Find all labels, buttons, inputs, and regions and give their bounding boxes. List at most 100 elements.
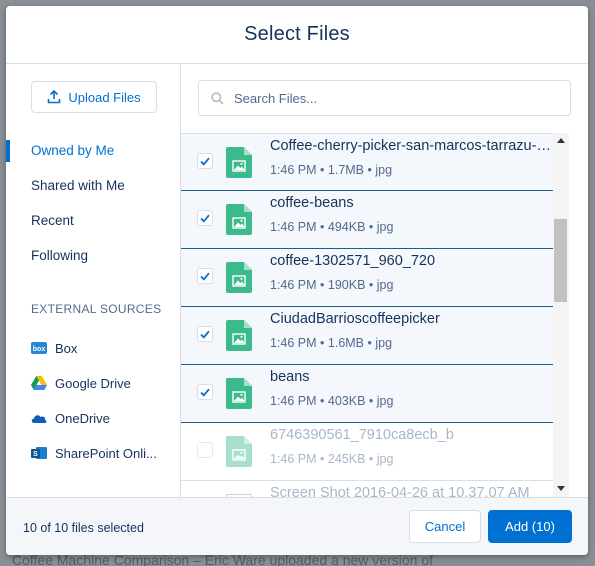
source-onedrive[interactable]: OneDrive	[31, 410, 110, 426]
box-icon: box	[31, 340, 47, 356]
file-list-scrollbar[interactable]	[553, 133, 569, 497]
file-time: 1:46 PM	[270, 220, 317, 234]
modal-header: Select Files	[6, 6, 588, 64]
file-name: coffee-beans	[270, 195, 354, 211]
file-name: Coffee-cherry-picker-san-marcos-tarrazu-…	[270, 138, 553, 154]
onedrive-icon	[31, 410, 47, 426]
nav-recent[interactable]: Recent	[31, 213, 74, 228]
meta-separator: •	[365, 452, 377, 466]
file-checkbox[interactable]	[197, 268, 213, 284]
file-row[interactable]: beans 1:46 PM • 403KB • jpg	[181, 365, 553, 423]
google-drive-icon	[31, 375, 47, 391]
meta-separator: •	[316, 394, 328, 408]
file-name: 6746390561_7910ca8ecb_b	[270, 427, 454, 443]
file-row[interactable]: Coffee-cherry-picker-san-marcos-tarrazu-…	[181, 133, 553, 191]
background-feed-text: Coffee Machine Comparison – Eric Ware up…	[12, 554, 433, 566]
image-file-icon	[226, 378, 252, 409]
file-type: jpg	[376, 278, 394, 292]
file-list: Coffee-cherry-picker-san-marcos-tarrazu-…	[181, 133, 553, 497]
checkmark-icon	[200, 272, 210, 281]
file-type: jpg	[375, 336, 393, 350]
file-time: 1:46 PM	[270, 394, 317, 408]
upload-icon	[48, 90, 61, 104]
image-file-icon	[226, 262, 252, 293]
checkmark-icon	[200, 330, 210, 339]
meta-separator: •	[316, 220, 328, 234]
source-google-drive-label: Google Drive	[55, 375, 131, 391]
scroll-down-arrow-icon[interactable]	[557, 486, 565, 491]
nav-shared-with-me[interactable]: Shared with Me	[31, 178, 125, 193]
cancel-button[interactable]: Cancel	[409, 510, 481, 543]
file-name: CiudadBarrioscoffeepicker	[270, 311, 440, 327]
meta-separator: •	[365, 220, 377, 234]
external-sources-heading: EXTERNAL SOURCES	[31, 302, 162, 316]
file-checkbox[interactable]	[197, 442, 213, 458]
file-time: 1:46 PM	[270, 163, 317, 177]
file-size: 403KB	[327, 394, 366, 408]
scroll-up-arrow-icon[interactable]	[557, 138, 565, 143]
nav-following[interactable]: Following	[31, 248, 88, 263]
source-google-drive[interactable]: Google Drive	[31, 375, 131, 391]
meta-separator: •	[316, 336, 328, 350]
file-row[interactable]: coffee-1302571_960_720 1:46 PM • 190KB • …	[181, 249, 553, 307]
file-name: Screen Shot 2016-04-26 at 10.37.07 AM	[270, 485, 530, 497]
image-file-icon	[226, 320, 252, 351]
meta-separator: •	[316, 278, 328, 292]
svg-text:box: box	[33, 346, 46, 353]
file-size: 245KB	[327, 452, 366, 466]
file-type: jpg	[376, 394, 394, 408]
image-file-icon	[226, 436, 252, 467]
upload-files-button[interactable]: Upload Files	[31, 81, 157, 113]
source-sharepoint[interactable]: S SharePoint Onli...	[31, 445, 157, 461]
file-time: 1:46 PM	[270, 278, 317, 292]
file-meta: 1:46 PM • 494KB • jpg	[270, 220, 393, 234]
source-box[interactable]: box Box	[31, 340, 77, 356]
upload-files-label: Upload Files	[68, 89, 141, 105]
file-time: 1:46 PM	[270, 336, 317, 350]
search-box[interactable]	[198, 80, 571, 116]
file-type: jpg	[376, 220, 394, 234]
source-sharepoint-label: SharePoint Onli...	[55, 445, 157, 461]
file-row[interactable]: CiudadBarrioscoffeepicker 1:46 PM • 1.6MB…	[181, 307, 553, 365]
scrollbar-thumb[interactable]	[554, 219, 567, 302]
search-files-input[interactable]	[234, 90, 554, 106]
file-name: coffee-1302571_960_720	[270, 253, 436, 269]
search-icon	[211, 91, 224, 105]
image-file-icon	[226, 147, 252, 178]
file-meta: 1:46 PM • 403KB • jpg	[270, 394, 393, 408]
file-meta: 1:46 PM • 1.7MB • jpg	[270, 163, 392, 177]
file-row[interactable]: coffee-beans 1:46 PM • 494KB • jpg	[181, 191, 553, 249]
meta-separator: •	[316, 163, 328, 177]
sharepoint-icon: S	[31, 445, 47, 461]
meta-separator: •	[364, 163, 376, 177]
file-checkbox[interactable]	[197, 326, 213, 342]
file-size: 190KB	[327, 278, 366, 292]
file-row[interactable]: Screen Shot 2016-04-26 at 10.37.07 AM	[181, 481, 553, 497]
file-checkbox[interactable]	[197, 210, 213, 226]
file-checkbox[interactable]	[197, 153, 213, 169]
meta-separator: •	[365, 278, 377, 292]
file-size: 1.7MB	[327, 163, 365, 177]
nav-owned-by-me[interactable]: Owned by Me	[31, 143, 114, 158]
file-meta: 1:46 PM • 245KB • jpg	[270, 452, 393, 466]
file-checkbox[interactable]	[197, 384, 213, 400]
file-time: 1:46 PM	[270, 452, 317, 466]
file-name: beans	[270, 369, 310, 385]
svg-text:S: S	[33, 451, 38, 458]
modal-footer: 10 of 10 files selected Cancel Add (10)	[6, 497, 588, 555]
checkmark-icon	[200, 157, 210, 166]
file-size: 1.6MB	[327, 336, 365, 350]
add-button[interactable]: Add (10)	[488, 510, 572, 543]
modal-title: Select Files	[244, 23, 350, 45]
image-file-icon	[226, 204, 252, 235]
source-onedrive-label: OneDrive	[55, 410, 110, 426]
file-row[interactable]: 6746390561_7910ca8ecb_b 1:46 PM • 245KB •…	[181, 423, 553, 481]
file-size: 494KB	[327, 220, 366, 234]
file-browser: Coffee-cherry-picker-san-marcos-tarrazu-…	[181, 64, 588, 497]
meta-separator: •	[364, 336, 376, 350]
sidebar: Upload Files Owned by Me Shared with Me …	[6, 64, 181, 497]
active-nav-indicator	[6, 140, 10, 162]
meta-separator: •	[316, 452, 328, 466]
file-type: jpg	[376, 452, 394, 466]
source-box-label: Box	[55, 340, 78, 356]
